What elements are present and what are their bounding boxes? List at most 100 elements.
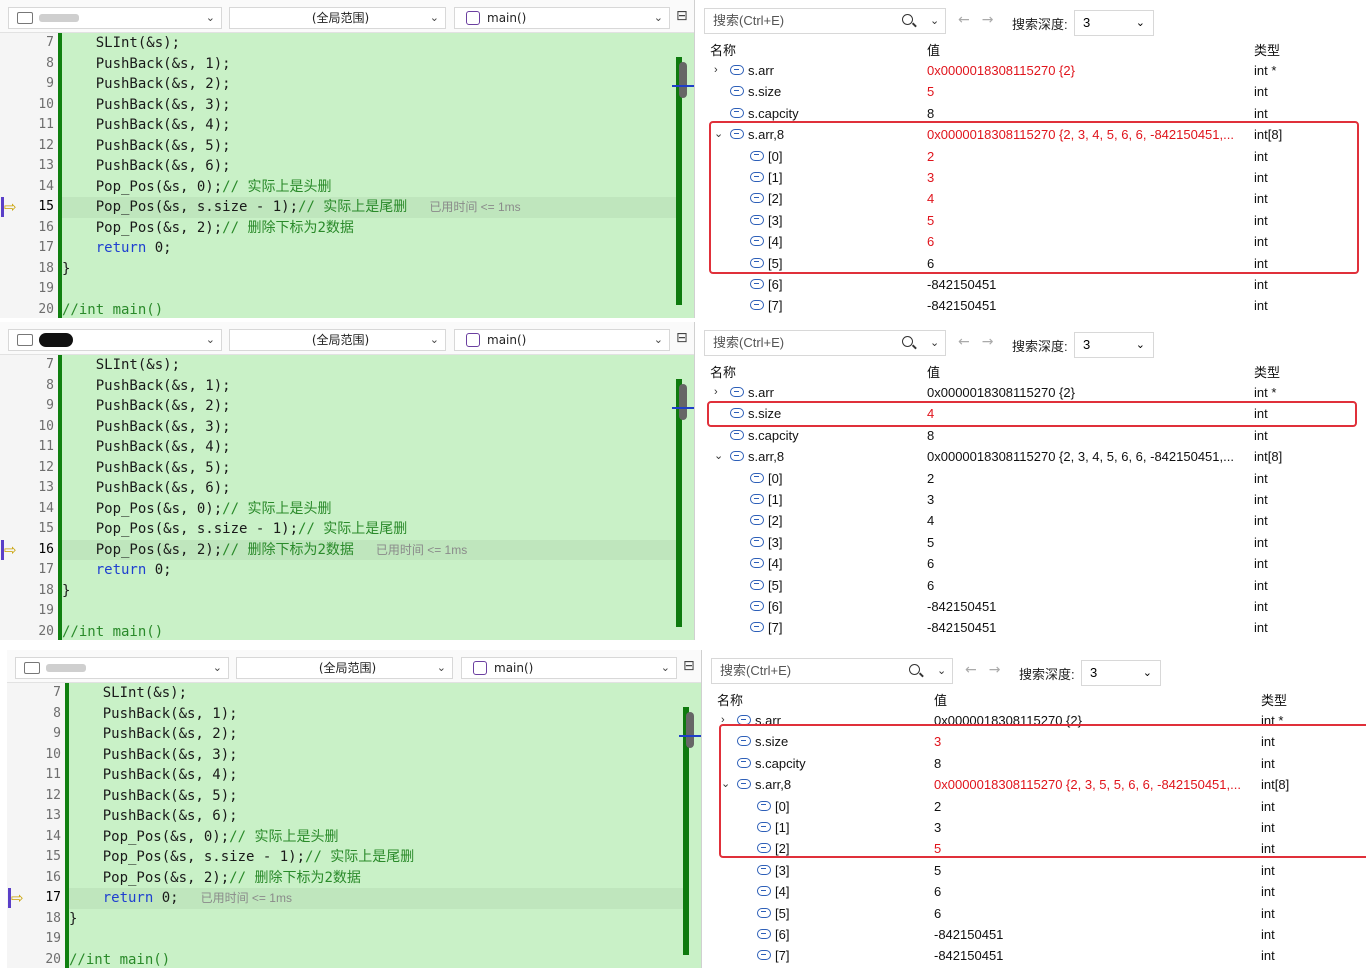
watch-row[interactable]: ⌄s.arr,80x0000018308115270 {2, 3, 4, 5, … <box>704 446 1359 467</box>
code-line[interactable]: } <box>69 909 689 930</box>
code-line[interactable]: //int main() <box>69 950 689 968</box>
column-header-type[interactable]: 类型 <box>1261 690 1287 709</box>
code-line[interactable]: PushBack(&s, 2); <box>62 74 682 95</box>
code-line[interactable] <box>62 601 682 622</box>
code-line[interactable]: } <box>62 581 682 602</box>
watch-row[interactable]: [2]4int <box>704 510 1359 531</box>
code-line[interactable]: //int main() <box>62 622 682 641</box>
code-line[interactable]: PushBack(&s, 6); <box>69 806 689 827</box>
code-line[interactable]: PushBack(&s, 4); <box>62 115 682 136</box>
column-header-name[interactable]: 名称 <box>710 40 736 59</box>
code-line[interactable]: SLInt(&s); <box>62 33 682 54</box>
code-line[interactable]: PushBack(&s, 6); <box>62 156 682 177</box>
code-line[interactable]: PushBack(&s, 4); <box>62 437 682 458</box>
column-header-name[interactable]: 名称 <box>710 362 736 381</box>
column-header-type[interactable]: 类型 <box>1254 362 1280 381</box>
chevron-down-icon[interactable]: ⌄ <box>937 659 946 683</box>
code-line[interactable]: PushBack(&s, 1); <box>69 704 689 725</box>
watch-row[interactable]: [7]-842150451int <box>704 617 1359 638</box>
chevron-right-icon[interactable]: › <box>714 60 718 81</box>
split-editor-icon[interactable]: ⊟ <box>676 8 688 24</box>
search-depth-dropdown[interactable]: 3⌄ <box>1074 10 1154 36</box>
search-input[interactable]: 搜索(Ctrl+E)⌄ <box>711 658 953 684</box>
watch-row[interactable]: [4]6int <box>711 881 1366 902</box>
search-nav-arrows[interactable]: ←→ <box>958 334 1005 350</box>
project-dropdown[interactable]: ⌄ <box>15 657 229 679</box>
chevron-down-icon[interactable]: ⌄ <box>930 9 939 33</box>
watch-row[interactable]: s.size5int <box>704 81 1359 102</box>
split-editor-icon[interactable]: ⊟ <box>683 658 695 674</box>
code-line[interactable]: Pop_Pos(&s, 2);// 删除下标为2数据 <box>69 868 689 889</box>
code-line[interactable]: Pop_Pos(&s, s.size - 1);// 实际上是尾删 <box>62 519 682 540</box>
function-dropdown[interactable]: main()⌄ <box>454 329 670 351</box>
code-line[interactable]: PushBack(&s, 3); <box>69 745 689 766</box>
code-line[interactable]: PushBack(&s, 1); <box>62 54 682 75</box>
watch-row[interactable]: [5]6int <box>704 575 1359 596</box>
code-line[interactable]: Pop_Pos(&s, 0);// 实际上是头删 <box>62 499 682 520</box>
watch-row[interactable]: [4]6int <box>704 553 1359 574</box>
code-line[interactable]: PushBack(&s, 5); <box>69 786 689 807</box>
code-line[interactable] <box>62 279 682 300</box>
scope-dropdown[interactable]: (全局范围)⌄ <box>236 657 453 679</box>
code-line[interactable]: Pop_Pos(&s, 2);// 删除下标为2数据已用时间 <= 1ms <box>62 540 682 561</box>
function-dropdown[interactable]: main()⌄ <box>461 657 677 679</box>
column-header-type[interactable]: 类型 <box>1254 40 1280 59</box>
watch-row[interactable]: [6]-842150451int <box>711 924 1366 945</box>
search-input[interactable]: 搜索(Ctrl+E)⌄ <box>704 330 946 356</box>
code-line[interactable]: return 0; <box>62 560 682 581</box>
code-line[interactable]: PushBack(&s, 2); <box>69 724 689 745</box>
column-header-value[interactable]: 值 <box>927 40 940 59</box>
search-depth-dropdown[interactable]: 3⌄ <box>1074 332 1154 358</box>
code-line[interactable]: Pop_Pos(&s, 0);// 实际上是头删 <box>62 177 682 198</box>
watch-row[interactable]: [3]5int <box>704 532 1359 553</box>
code-line[interactable]: PushBack(&s, 6); <box>62 478 682 499</box>
watch-row[interactable]: [3]5int <box>711 860 1366 881</box>
search-nav-arrows[interactable]: ←→ <box>958 12 1005 28</box>
chevron-down-icon[interactable]: ⌄ <box>714 446 723 467</box>
scope-dropdown[interactable]: (全局范围)⌄ <box>229 329 446 351</box>
code-line[interactable]: Pop_Pos(&s, s.size - 1);// 实际上是尾删 <box>69 847 689 868</box>
search-icon[interactable] <box>909 664 920 675</box>
watch-row[interactable]: [6]-842150451int <box>704 596 1359 617</box>
column-header-value[interactable]: 值 <box>927 362 940 381</box>
watch-row[interactable]: s.capcity8int <box>704 425 1359 446</box>
code-line[interactable]: PushBack(&s, 4); <box>69 765 689 786</box>
split-editor-icon[interactable]: ⊟ <box>676 330 688 346</box>
search-input[interactable]: 搜索(Ctrl+E)⌄ <box>704 8 946 34</box>
code-line[interactable]: PushBack(&s, 3); <box>62 417 682 438</box>
code-line[interactable]: Pop_Pos(&s, 2);// 删除下标为2数据 <box>62 218 682 239</box>
project-dropdown[interactable]: ⌄ <box>8 329 222 351</box>
watch-row[interactable]: [7]-842150451int <box>711 945 1366 966</box>
code-line[interactable]: PushBack(&s, 5); <box>62 458 682 479</box>
code-line[interactable]: PushBack(&s, 3); <box>62 95 682 116</box>
code-line[interactable]: SLInt(&s); <box>62 355 682 376</box>
code-line[interactable] <box>69 929 689 950</box>
project-dropdown[interactable]: ⌄ <box>8 7 222 29</box>
chevron-down-icon[interactable]: ⌄ <box>930 331 939 355</box>
scrollbar-thumb[interactable] <box>686 712 694 748</box>
watch-row[interactable]: ›s.arr0x0000018308115270 {2}int * <box>704 60 1359 81</box>
code-line[interactable]: PushBack(&s, 2); <box>62 396 682 417</box>
code-line[interactable]: SLInt(&s); <box>69 683 689 704</box>
scope-dropdown[interactable]: (全局范围)⌄ <box>229 7 446 29</box>
code-line[interactable]: } <box>62 259 682 280</box>
watch-row[interactable]: [1]3int <box>704 489 1359 510</box>
search-icon[interactable] <box>902 14 913 25</box>
watch-row[interactable]: [5]6int <box>711 903 1366 924</box>
column-header-value[interactable]: 值 <box>934 690 947 709</box>
column-header-name[interactable]: 名称 <box>717 690 743 709</box>
scrollbar-thumb[interactable] <box>679 62 687 98</box>
watch-row[interactable]: [0]2int <box>704 468 1359 489</box>
code-line[interactable]: PushBack(&s, 5); <box>62 136 682 157</box>
function-dropdown[interactable]: main()⌄ <box>454 7 670 29</box>
search-nav-arrows[interactable]: ←→ <box>965 662 1012 678</box>
watch-row[interactable]: [7]-842150451int <box>704 295 1359 316</box>
scrollbar-thumb[interactable] <box>679 384 687 420</box>
search-icon[interactable] <box>902 336 913 347</box>
search-depth-dropdown[interactable]: 3⌄ <box>1081 660 1161 686</box>
code-line[interactable]: Pop_Pos(&s, s.size - 1);// 实际上是尾删已用时间 <=… <box>62 197 682 218</box>
watch-row[interactable]: [6]-842150451int <box>704 274 1359 295</box>
code-line[interactable]: return 0;已用时间 <= 1ms <box>69 888 689 909</box>
code-line[interactable]: return 0; <box>62 238 682 259</box>
code-line[interactable]: //int main() <box>62 300 682 319</box>
